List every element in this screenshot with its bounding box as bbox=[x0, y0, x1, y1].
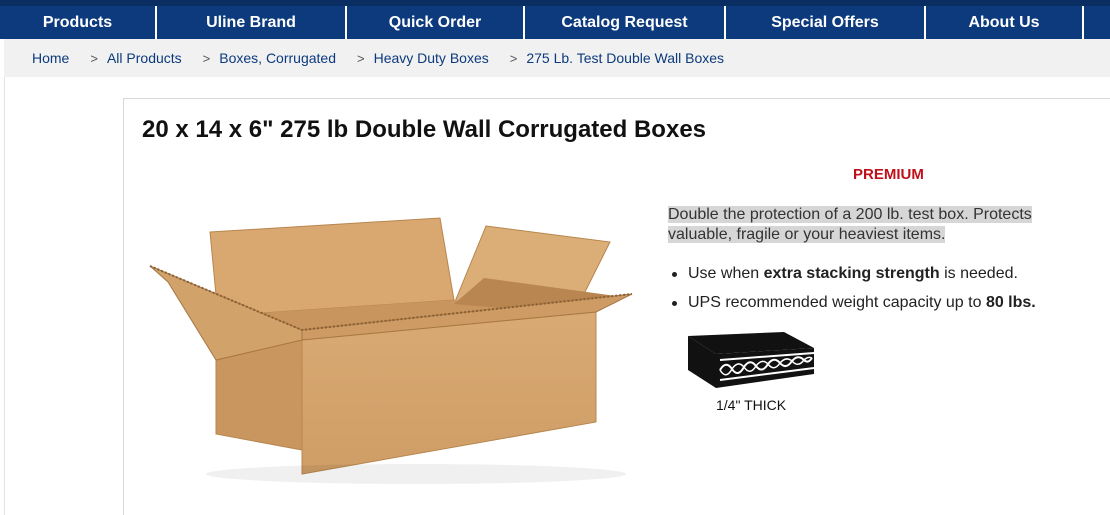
product-description: Double the protection of a 200 lb. test … bbox=[668, 205, 1078, 245]
feature-item: Use when extra stacking strength is need… bbox=[668, 264, 1098, 293]
breadcrumb-separator: > bbox=[356, 50, 365, 66]
premium-badge: PREMIUM bbox=[853, 166, 924, 183]
product-image-box[interactable] bbox=[146, 212, 638, 487]
breadcrumb-separator: > bbox=[90, 50, 98, 66]
nav-products[interactable]: Products bbox=[0, 6, 157, 39]
nav-catalog-request[interactable]: Catalog Request bbox=[525, 6, 726, 39]
double-wall-thickness-icon bbox=[688, 332, 815, 388]
breadcrumb: Home > All Products > Boxes, Corrugated … bbox=[32, 50, 724, 66]
page-title: 20 x 14 x 6" 275 lb Double Wall Corrugat… bbox=[142, 116, 707, 143]
breadcrumb-all-products[interactable]: All Products bbox=[107, 50, 182, 66]
breadcrumb-current[interactable]: 275 Lb. Test Double Wall Boxes bbox=[526, 50, 724, 66]
main-nav: Products Uline Brand Quick Order Catalog… bbox=[0, 6, 1110, 39]
breadcrumb-heavy-duty-boxes[interactable]: Heavy Duty Boxes bbox=[374, 50, 489, 66]
feature-text: Use when bbox=[688, 265, 764, 282]
feature-list: Use when extra stacking strength is need… bbox=[668, 264, 1098, 322]
breadcrumb-home[interactable]: Home bbox=[32, 50, 69, 66]
breadcrumb-separator: > bbox=[202, 50, 211, 66]
breadcrumb-separator: > bbox=[509, 50, 518, 66]
feature-emphasis: 80 lbs. bbox=[985, 294, 1036, 311]
page-left-rule bbox=[4, 77, 5, 515]
feature-text: is needed. bbox=[939, 265, 1018, 282]
feature-emphasis: extra stacking strength bbox=[763, 265, 940, 282]
product-description-text: Double the protection of a 200 lb. test … bbox=[668, 206, 1032, 243]
feature-item: UPS recommended weight capacity up to 80… bbox=[668, 293, 1098, 322]
nav-overflow[interactable] bbox=[1084, 6, 1110, 39]
thickness-label: 1/4" THICK bbox=[716, 397, 787, 413]
breadcrumb-bar: Home > All Products > Boxes, Corrugated … bbox=[4, 39, 1110, 77]
breadcrumb-boxes-corrugated[interactable]: Boxes, Corrugated bbox=[219, 50, 336, 66]
nav-special-offers[interactable]: Special Offers bbox=[726, 6, 926, 39]
nav-uline-brand[interactable]: Uline Brand bbox=[157, 6, 347, 39]
nav-quick-order[interactable]: Quick Order bbox=[347, 6, 525, 39]
feature-text: UPS recommended weight capacity up to bbox=[688, 294, 986, 311]
nav-about-us[interactable]: About Us bbox=[926, 6, 1084, 39]
